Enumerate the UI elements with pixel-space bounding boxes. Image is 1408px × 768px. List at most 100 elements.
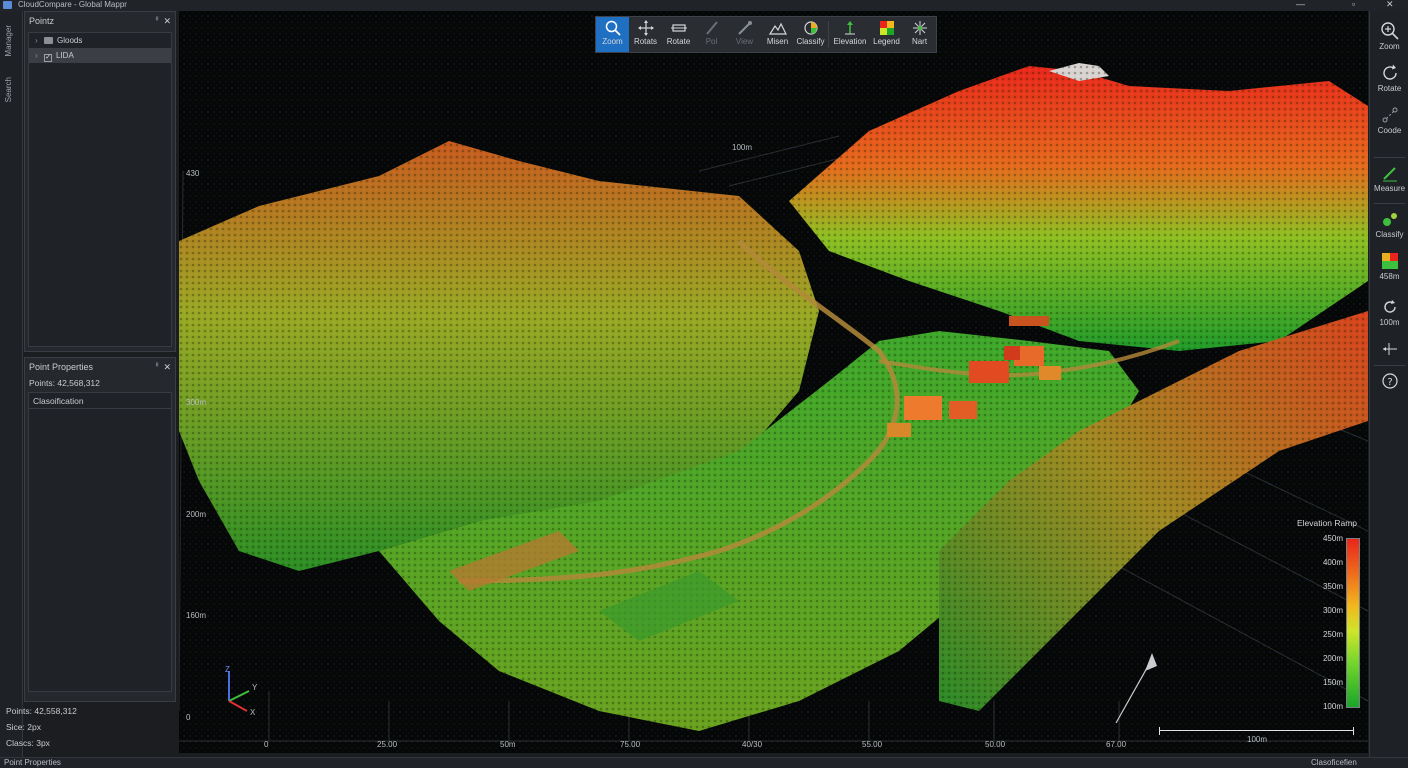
properties-panel-title: Point Properties [29,362,94,372]
help-icon: ? [1381,373,1398,389]
ramp-label: 400m [1322,558,1343,567]
tree-item-label: LIDA [56,51,74,60]
tab-search[interactable]: Search [4,77,13,102]
left-vertical-tabs: Manager Search [0,11,23,757]
classification-box: Clasoification [28,392,172,692]
close-icon[interactable]: ✕ [163,12,171,30]
legend-tool-button[interactable]: Legend [870,17,903,52]
pin-icon[interactable]: ᅦ [152,12,159,30]
classify-tool-button[interactable]: Classify [794,17,827,52]
eyedropper-icon [737,21,752,35]
rotate-plane-icon [670,24,687,32]
help-button[interactable]: ? [1370,371,1408,392]
right-refresh-label: 100m [1379,318,1400,327]
right-measure-button[interactable]: Measure [1370,163,1408,193]
gizmo-y-label: Y [252,683,258,692]
view-tool-label: View [735,37,754,46]
ruler-pencil-icon [1382,167,1397,182]
misen-tool-button[interactable]: Misen [761,17,794,52]
ramp-label: 100m [1322,702,1343,711]
window-title: CloudCompare - Global Mappr [18,0,127,9]
refresh-icon [1383,300,1396,313]
right-measure-label: Measure [1373,184,1406,193]
title-bar: CloudCompare - Global Mappr — ▫ ✕ [0,0,1408,11]
nart-tool-label: Nart [911,37,928,46]
point-texture [179,11,1368,753]
grid-distance-label: 100m [732,143,753,152]
view-tool-button[interactable]: View [728,17,761,52]
right-zoom-button[interactable]: Zoom [1370,21,1408,51]
view-toolbar: Zoom Rotats Rotate Pol View Misen Classi… [595,16,937,53]
rotate-tool-label: Rotate [666,37,691,46]
db-tree: › Gloods › ✓ LIDA [28,32,172,347]
gizmo-z-label: Z [225,665,230,674]
terrain-icon [768,22,787,35]
scale-bar [1159,727,1354,735]
right-toolbar: Zoom Rotate Coode Measure Classify 458m … [1369,11,1408,757]
right-rotate-label: Rotate [1377,84,1402,93]
right-toolbar-separator [1374,203,1405,204]
x-axis-label: 50.00 [985,740,1006,749]
close-window-button[interactable]: ✕ [1386,0,1394,9]
right-classify-button[interactable]: Classify [1370,209,1408,239]
ramp-label: 350m [1322,582,1343,591]
svg-text:?: ? [1387,377,1392,388]
classify-sphere-icon [803,21,818,35]
maximize-button[interactable]: ▫ [1352,0,1355,9]
right-toolbar-separator [1374,157,1405,158]
tree-item-gloods[interactable]: › Gloods [29,33,171,48]
right-code-button[interactable]: Coode [1370,105,1408,135]
elevation-color-ramp [1346,538,1360,708]
y-axis-label: 300m [186,398,207,407]
gizmo-x-label: X [250,708,256,717]
x-axis-label: 75.00 [620,740,641,749]
right-ramp-button[interactable]: 458m [1370,251,1408,281]
right-axis-button[interactable] [1370,339,1408,360]
zoom-tool-button[interactable]: Zoom [596,17,629,52]
point-cloud-render[interactable] [179,11,1368,753]
nart-tool-button[interactable]: Nart [903,17,936,52]
tree-item-lida[interactable]: › ✓ LIDA [29,48,171,63]
properties-panel-header: Point Properties ᅦ ✕ [25,358,175,376]
pin-icon[interactable]: ᅦ [152,358,159,376]
x-axis-label: 25.00 [377,740,398,749]
close-icon[interactable]: ✕ [163,358,171,376]
footer-points: Points: 42,558,312 [6,706,77,716]
3d-viewport[interactable]: 430 300m 200m 160m 0 0 25.00 50m 75.00 4… [179,11,1368,753]
status-left-text: Point Properties [4,758,61,767]
expand-arrow-icon[interactable]: › [35,48,44,63]
rotate-icon [1382,64,1397,80]
pol-tool-button[interactable]: Pol [695,17,728,52]
tab-manager[interactable]: Manager [4,25,13,57]
ramp-label: 200m [1322,654,1343,663]
elevation-tool-button[interactable]: Elevation [830,17,870,52]
folder-icon [44,37,53,44]
rotats-tool-button[interactable]: Rotats [629,17,662,52]
ramp-label: 250m [1322,630,1343,639]
points-panel-header: Pointz ᅦ ✕ [25,12,175,30]
axis-icon [1382,343,1397,355]
pencil-icon [705,21,718,35]
zoom-tool-label: Zoom [602,37,623,46]
elevation-tool-label: Elevation [833,37,867,46]
elevation-ramp-title: Elevation Ramp [1297,518,1358,528]
legend-tool-label: Legend [873,37,900,46]
right-zoom-label: Zoom [1379,42,1400,51]
visibility-checkbox[interactable]: ✓ [44,54,52,62]
ramp-label: 150m [1322,678,1343,687]
rotats-tool-label: Rotats [633,37,658,46]
magnifier-icon [605,20,621,36]
minimize-button[interactable]: — [1296,0,1305,9]
zoom-icon [1380,22,1399,40]
expand-arrow-icon[interactable]: › [35,33,44,48]
pol-tool-label: Pol [705,37,718,46]
x-axis-label: 40/30 [742,740,763,749]
y-axis-label: 160m [186,611,207,620]
classify-icon [1382,213,1397,226]
right-refresh-button[interactable]: 100m [1370,297,1408,327]
move-arrows-icon [637,20,654,36]
status-bar: Point Properties Clasoficefien [0,757,1408,768]
rotate-tool-button[interactable]: Rotate [662,17,695,52]
x-axis-label: 0 [264,740,269,749]
right-rotate-button[interactable]: Rotate [1370,63,1408,93]
